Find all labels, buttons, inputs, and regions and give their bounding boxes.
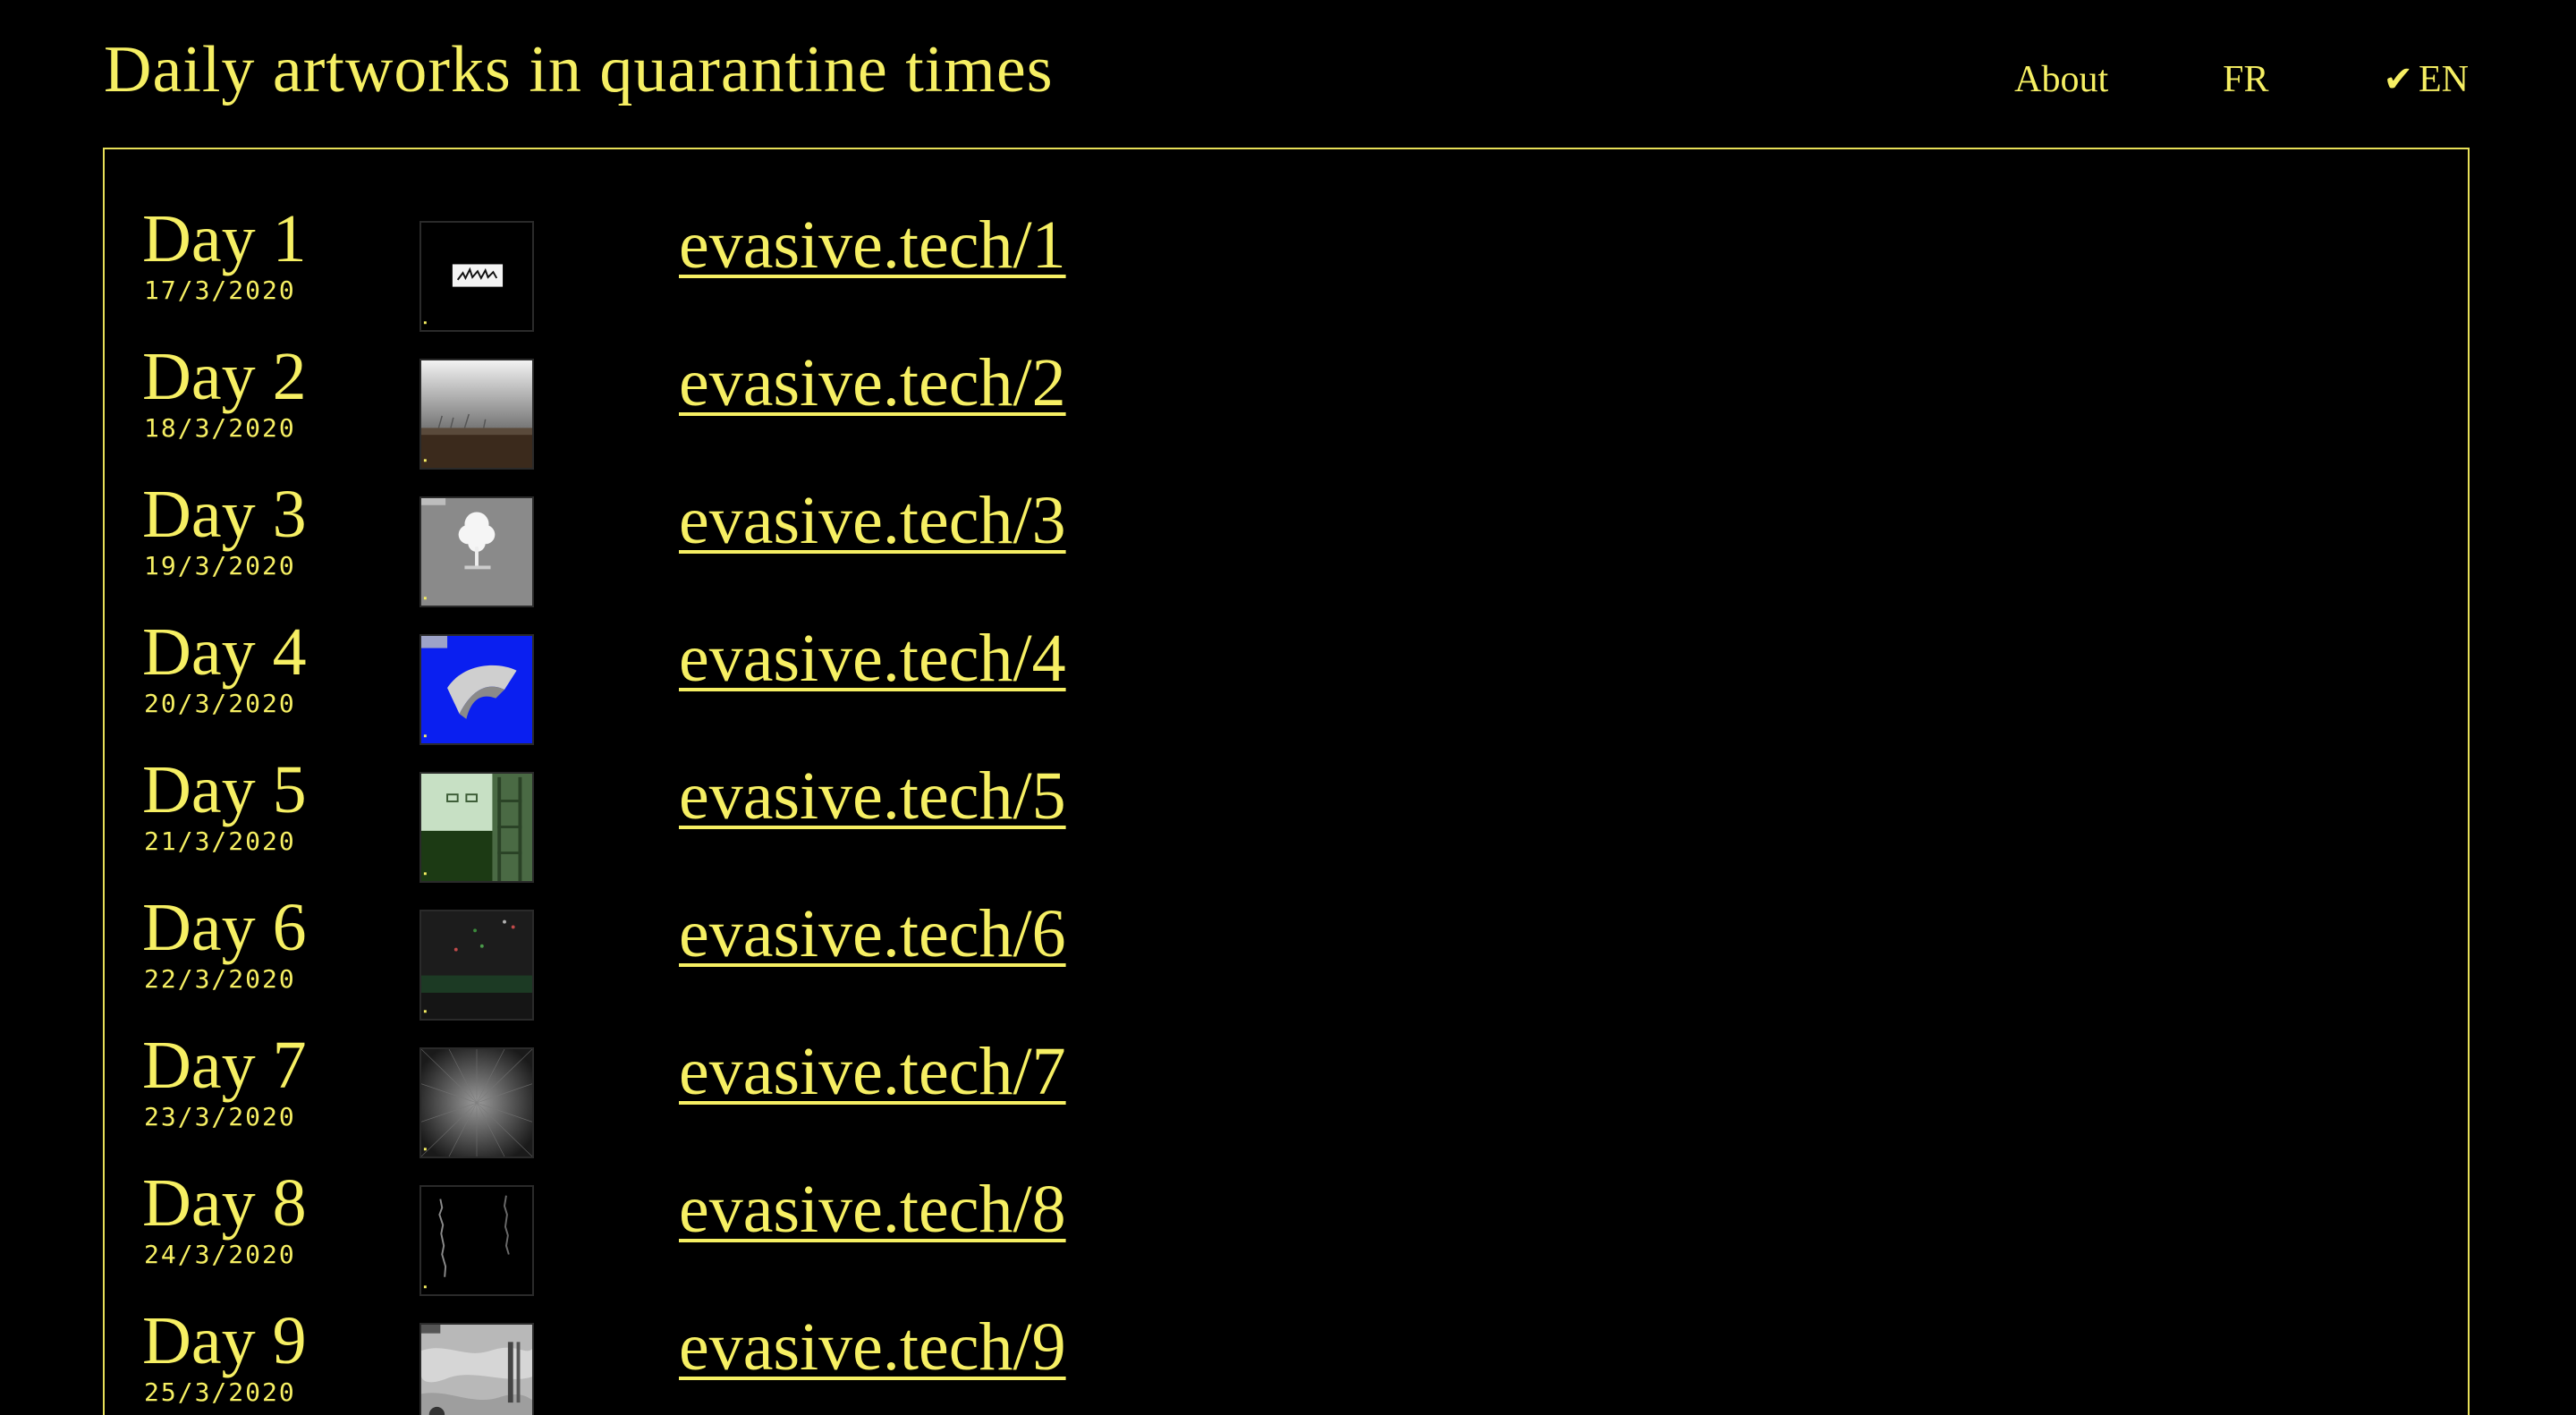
day-label: Day 1 bbox=[142, 201, 307, 276]
day-date: 17/3/2020 bbox=[144, 275, 296, 305]
artwork-link[interactable]: evasive.tech/9 bbox=[679, 1305, 1066, 1389]
english-language-link[interactable]: ✔ EN bbox=[2383, 55, 2469, 104]
french-language-link[interactable]: FR bbox=[2223, 55, 2268, 104]
list-item: Day 6 22/3/2020 evasive.tech/6 bbox=[142, 874, 1573, 1021]
artwork-link[interactable]: evasive.tech/7 bbox=[679, 1029, 1066, 1114]
artwork-link[interactable]: evasive.tech/5 bbox=[679, 754, 1066, 838]
artwork-thumbnail[interactable] bbox=[419, 1323, 534, 1415]
artwork-link[interactable]: evasive.tech/2 bbox=[679, 341, 1066, 425]
list-item: Day 9 25/3/2020 evasive.tech/9 bbox=[142, 1287, 1573, 1415]
day-label: Day 9 bbox=[142, 1303, 307, 1378]
day-label: Day 6 bbox=[142, 890, 307, 965]
day-date: 24/3/2020 bbox=[144, 1240, 296, 1269]
day-date: 19/3/2020 bbox=[144, 551, 296, 580]
about-link[interactable]: About bbox=[2014, 55, 2108, 104]
day-label: Day 7 bbox=[142, 1028, 307, 1103]
day-label: Day 5 bbox=[142, 752, 307, 827]
day-date: 25/3/2020 bbox=[144, 1377, 296, 1407]
artwork-thumbnail[interactable] bbox=[419, 1185, 534, 1296]
english-language-label: EN bbox=[2419, 59, 2469, 100]
artwork-thumbnail[interactable] bbox=[419, 221, 534, 332]
day-date: 18/3/2020 bbox=[144, 413, 296, 443]
list-item: Day 8 24/3/2020 evasive.tech/8 bbox=[142, 1149, 1573, 1296]
day-date: 23/3/2020 bbox=[144, 1102, 296, 1131]
day-date: 21/3/2020 bbox=[144, 826, 296, 856]
list-item: Day 2 18/3/2020 evasive.tech/2 bbox=[142, 323, 1573, 470]
list-item: Day 4 20/3/2020 evasive.tech/4 bbox=[142, 598, 1573, 745]
artwork-thumbnail[interactable] bbox=[419, 910, 534, 1021]
list-item: Day 3 19/3/2020 evasive.tech/3 bbox=[142, 461, 1573, 607]
day-label: Day 2 bbox=[142, 339, 307, 414]
artwork-thumbnail[interactable] bbox=[419, 359, 534, 470]
list-item: Day 1 17/3/2020 evasive.tech/1 bbox=[142, 185, 1573, 332]
artwork-link[interactable]: evasive.tech/3 bbox=[679, 479, 1066, 563]
list-item: Day 7 23/3/2020 evasive.tech/7 bbox=[142, 1012, 1573, 1158]
artwork-thumbnail[interactable] bbox=[419, 1047, 534, 1158]
site-title: Daily artworks in quarantine times bbox=[104, 33, 1054, 106]
artwork-thumbnail[interactable] bbox=[419, 772, 534, 883]
day-label: Day 4 bbox=[142, 614, 307, 690]
artwork-list: Day 1 17/3/2020 evasive.tech/1 Day 2 18/… bbox=[103, 148, 2470, 1415]
day-date: 22/3/2020 bbox=[144, 964, 296, 994]
artwork-link[interactable]: evasive.tech/6 bbox=[679, 892, 1066, 976]
day-date: 20/3/2020 bbox=[144, 689, 296, 718]
artwork-thumbnail[interactable] bbox=[419, 496, 534, 607]
day-label: Day 8 bbox=[142, 1165, 307, 1241]
day-label: Day 3 bbox=[142, 477, 307, 552]
list-item: Day 5 21/3/2020 evasive.tech/5 bbox=[142, 736, 1573, 883]
artwork-thumbnail[interactable] bbox=[419, 634, 534, 745]
checkmark-icon: ✔ bbox=[2383, 59, 2413, 100]
artwork-link[interactable]: evasive.tech/8 bbox=[679, 1167, 1066, 1251]
language-nav: About FR ✔ EN bbox=[2014, 55, 2469, 104]
artwork-link[interactable]: evasive.tech/4 bbox=[679, 616, 1066, 700]
artwork-link[interactable]: evasive.tech/1 bbox=[679, 203, 1066, 287]
